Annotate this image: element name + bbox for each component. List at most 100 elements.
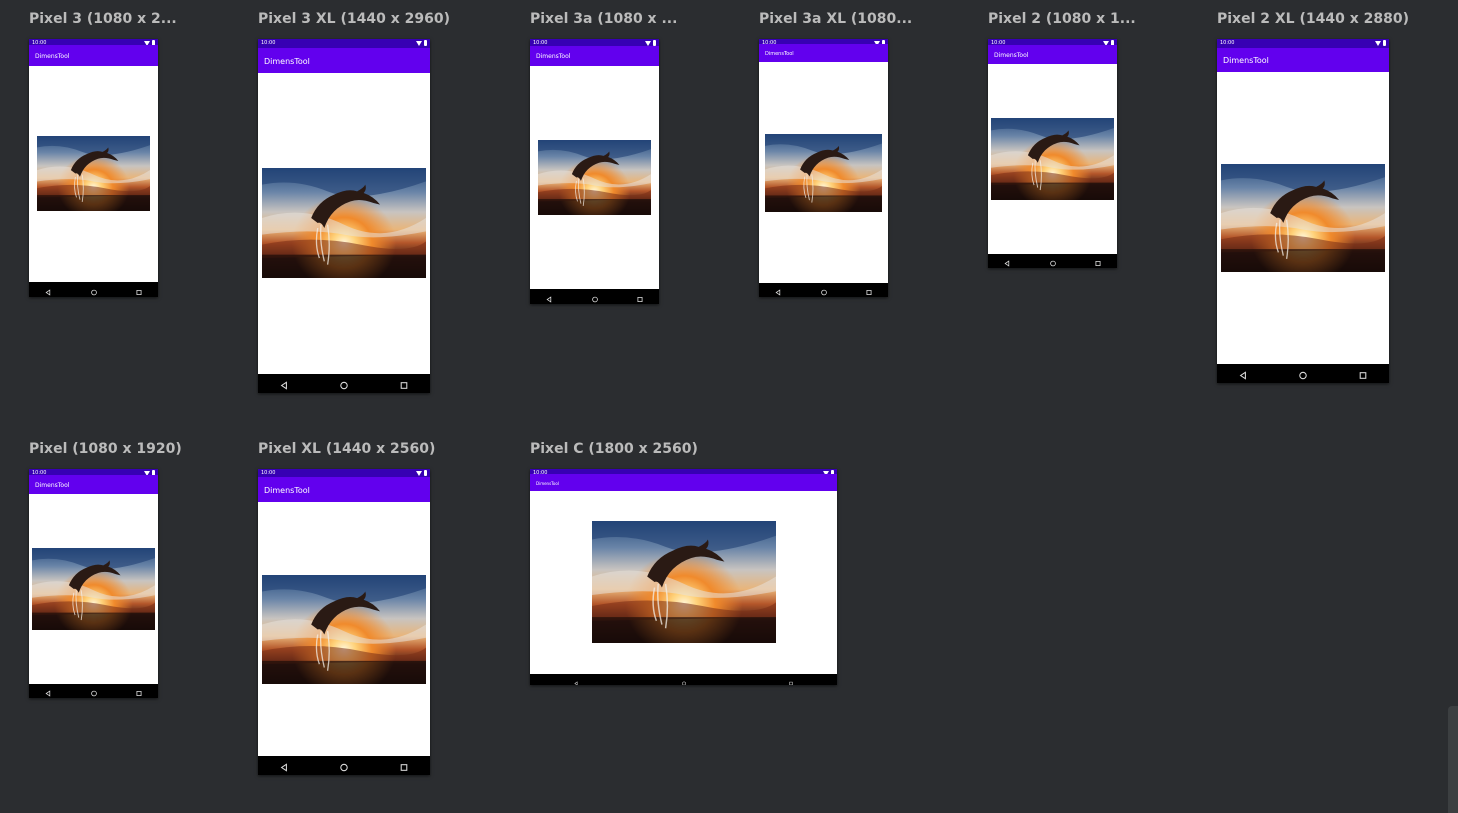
battery-icon [424,40,427,46]
back-icon[interactable] [45,682,51,699]
device-title[interactable]: Pixel 2 (1080 x 1... [988,11,1136,27]
dolphin-sunset-image [262,168,426,278]
dolphin-sunset-image [538,140,651,215]
recents-icon[interactable] [136,682,142,699]
device-screen: 10:00 DimensTool [759,39,888,297]
device-screen: 10:00 DimensTool [530,469,837,685]
status-bar: 10:00 [258,39,430,48]
status-time: 10:00 [261,40,276,46]
device-preview[interactable]: Pixel C (1800 x 2560) 10:00 DimensTool [530,441,837,685]
device-screen: 10:00 DimensTool [29,39,158,297]
home-icon[interactable] [340,756,348,775]
device-screen: 10:00 DimensTool [988,39,1117,268]
device-preview[interactable]: Pixel (1080 x 1920) 10:00 DimensTool [29,441,182,698]
home-icon[interactable] [1299,364,1307,383]
recents-icon[interactable] [866,281,872,298]
app-toolbar: DimensTool [988,45,1117,64]
image-view [37,136,150,211]
app-title: DimensTool [765,50,794,57]
device-title[interactable]: Pixel 3a (1080 x ... [530,11,677,27]
recents-icon[interactable] [1095,252,1101,269]
device-screen: 10:00 DimensTool [258,469,430,775]
device-title[interactable]: Pixel (1080 x 1920) [29,441,182,457]
status-bar: 10:00 [530,39,659,46]
image-view [592,521,776,643]
app-title: DimensTool [994,51,1029,59]
home-icon[interactable] [1049,252,1056,269]
device-title[interactable]: Pixel 2 XL (1440 x 2880) [1217,11,1409,27]
back-icon[interactable] [1239,364,1247,383]
app-toolbar: DimensTool [759,44,888,62]
image-view [32,548,155,630]
back-icon[interactable] [280,374,288,393]
device-preview[interactable]: Pixel 2 XL (1440 x 2880) 10:00 DimensTool [1217,11,1409,383]
recents-icon[interactable] [400,756,408,775]
back-icon[interactable] [574,670,578,685]
device-screen: 10:00 DimensTool [530,39,659,304]
navigation-bar [258,374,430,393]
home-icon[interactable] [340,374,348,393]
back-icon[interactable] [45,280,51,297]
home-icon[interactable] [591,287,598,304]
back-icon[interactable] [546,287,552,304]
device-preview[interactable]: Pixel 3 (1080 x 2... 10:00 DimensTool [29,11,177,297]
device-title[interactable]: Pixel 3 XL (1440 x 2960) [258,11,450,27]
app-title: DimensTool [264,56,310,66]
wifi-icon [416,40,422,46]
zoom-controls-panel[interactable] [1448,706,1458,813]
home-icon[interactable] [681,670,686,685]
device-preview[interactable]: Pixel XL (1440 x 2560) 10:00 DimensTool [258,441,435,775]
device-screen: 10:00 DimensTool [258,39,430,393]
back-icon[interactable] [1004,252,1010,269]
wifi-icon [1375,40,1381,46]
device-preview[interactable]: Pixel 3a XL (1080... 10:00 DimensTool [759,11,912,297]
navigation-bar [258,756,430,775]
dolphin-sunset-image [765,134,882,212]
home-icon[interactable] [90,682,97,699]
device-title[interactable]: Pixel 3a XL (1080... [759,11,912,27]
dolphin-sunset-image [262,575,426,684]
app-title: DimensTool [35,52,70,60]
navigation-bar [530,289,659,304]
back-icon[interactable] [775,281,781,298]
status-time: 10:00 [1220,40,1235,46]
dolphin-sunset-image [592,521,776,643]
app-title: DimensTool [536,53,571,60]
image-view [538,140,651,215]
navigation-bar [988,254,1117,268]
navigation-bar [29,282,158,297]
back-icon[interactable] [280,756,288,775]
dolphin-sunset-image [1221,164,1385,272]
battery-icon [1383,40,1386,46]
device-title[interactable]: Pixel 3 (1080 x 2... [29,11,177,27]
app-title: DimensTool [536,480,559,486]
device-screen: 10:00 DimensTool [29,469,158,698]
app-title: DimensTool [264,485,310,495]
app-toolbar: DimensTool [29,475,158,494]
home-icon[interactable] [90,280,97,297]
app-toolbar: DimensTool [258,48,430,73]
app-title: DimensTool [1223,56,1269,65]
recents-icon[interactable] [1359,364,1367,383]
navigation-bar [1217,364,1389,383]
app-toolbar: DimensTool [29,45,158,66]
device-preview[interactable]: Pixel 2 (1080 x 1... 10:00 DimensTool [988,11,1136,268]
recents-icon[interactable] [789,670,793,685]
image-view [262,168,426,278]
recents-icon[interactable] [400,374,408,393]
device-preview[interactable]: Pixel 3a (1080 x ... 10:00 DimensTool [530,11,677,304]
device-preview[interactable]: Pixel 3 XL (1440 x 2960) 10:00 DimensTool [258,11,450,393]
image-view [262,575,426,684]
wifi-icon [645,40,651,46]
navigation-bar [530,674,837,685]
wifi-icon [416,470,422,476]
device-title[interactable]: Pixel C (1800 x 2560) [530,441,698,457]
dolphin-sunset-image [32,548,155,630]
image-view [991,118,1114,200]
device-title[interactable]: Pixel XL (1440 x 2560) [258,441,435,457]
home-icon[interactable] [820,281,827,298]
recents-icon[interactable] [637,287,643,304]
app-title: DimensTool [35,481,70,489]
recents-icon[interactable] [136,280,142,297]
status-time: 10:00 [261,470,276,476]
